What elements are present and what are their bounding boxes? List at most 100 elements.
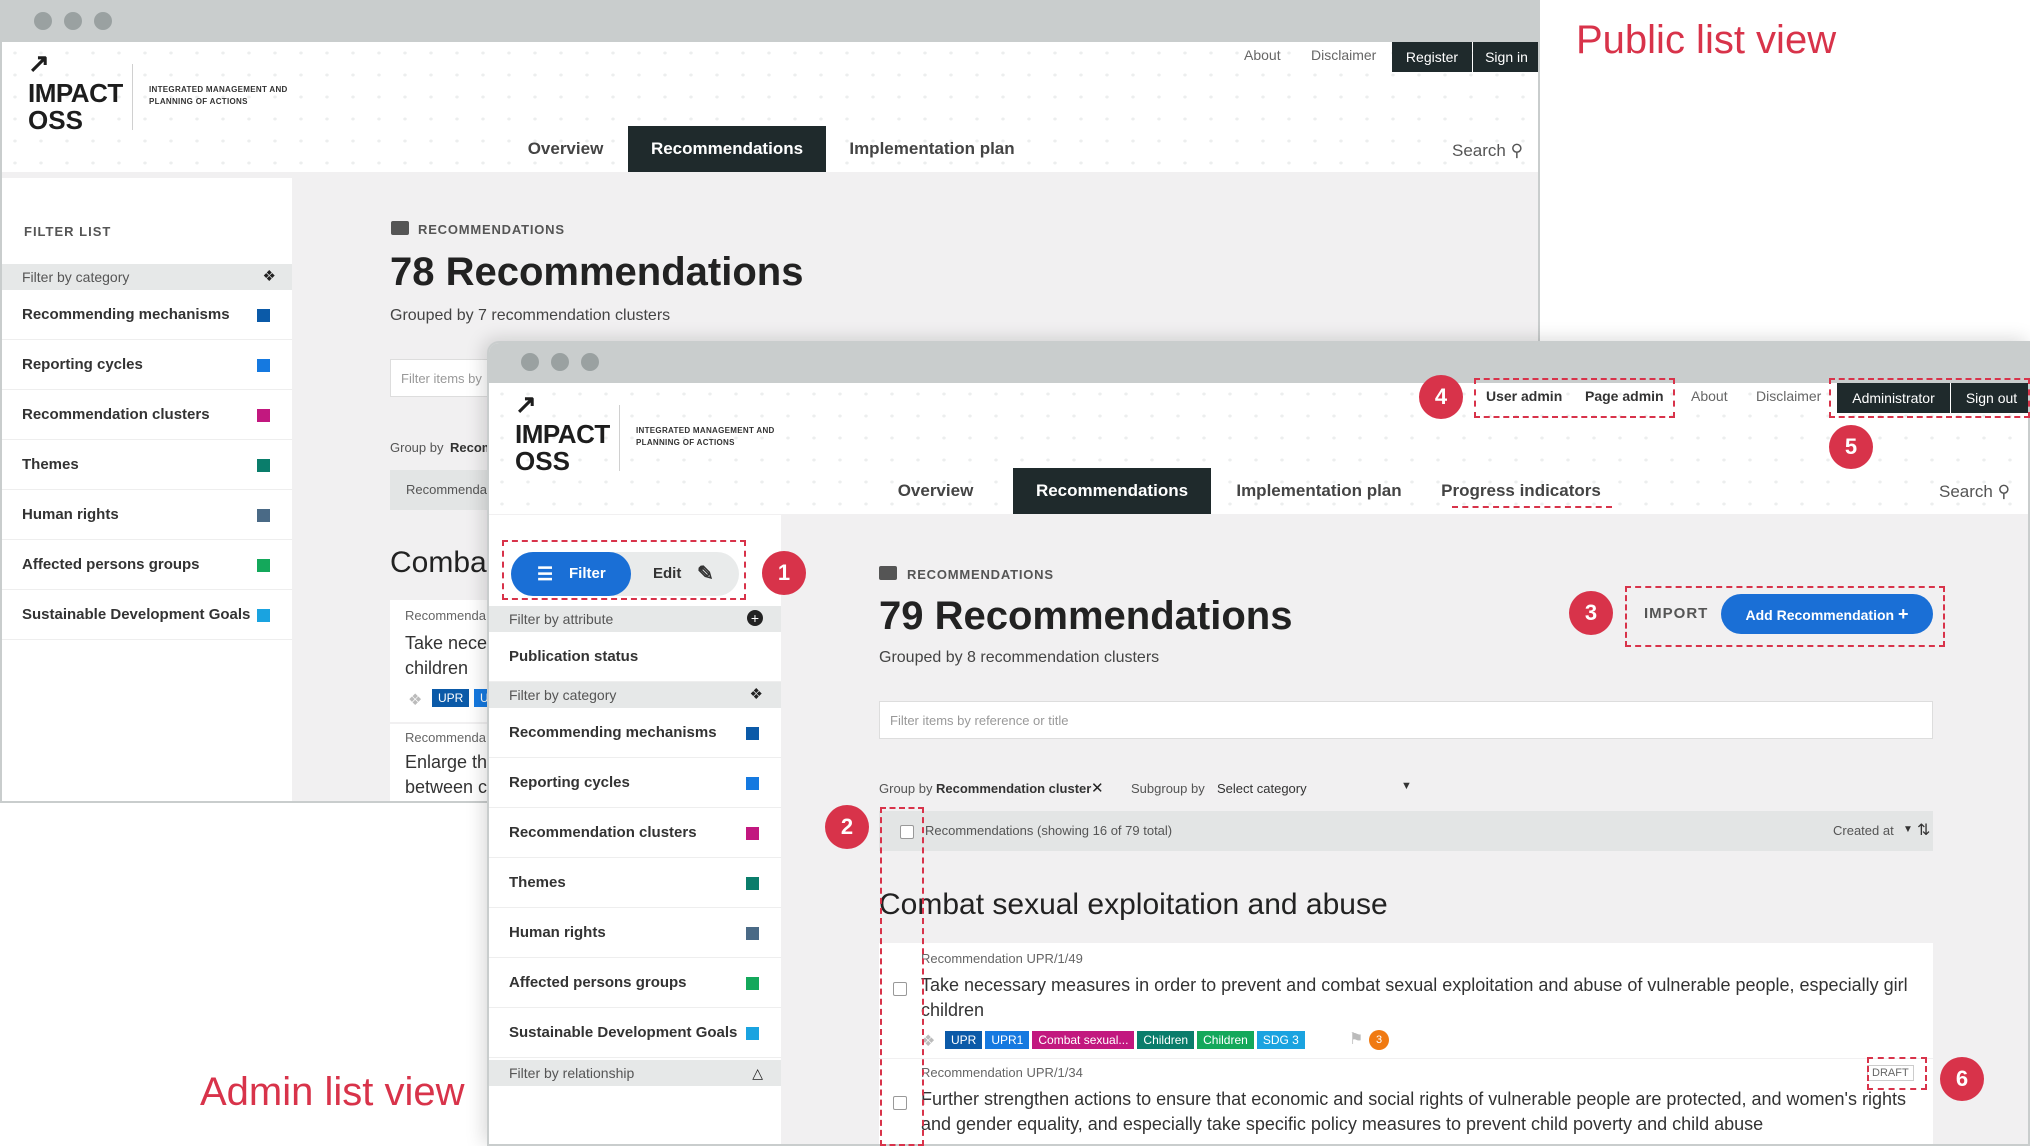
filter-option-label: Publication status: [509, 648, 639, 665]
marker-2: 2: [825, 805, 869, 849]
tag-icon: ❖: [262, 268, 276, 285]
impact-oss-logo[interactable]: ↗ IMPACT OSS INTEGRATED MANAGEMENT AND P…: [515, 389, 775, 479]
card-title-line: and gender equality, and especially take…: [921, 1114, 1764, 1134]
search-label: Search: [1452, 141, 1506, 160]
about-link[interactable]: About: [1691, 388, 1728, 404]
comment-icon: [879, 566, 897, 580]
filter-option-label: Human rights: [22, 506, 119, 523]
disclaimer-link[interactable]: Disclaimer: [1311, 47, 1376, 63]
card-reference: Recommendation UPR/1/49: [921, 951, 1083, 966]
search-icon: ⚲: [1510, 141, 1524, 160]
network-icon: △: [752, 1065, 763, 1081]
filter-option[interactable]: Recommendation clusters: [489, 808, 781, 858]
filter-option[interactable]: Affected persons groups: [2, 540, 292, 590]
search-link[interactable]: Search ⚲: [1452, 141, 1523, 161]
filter-option[interactable]: Sustainable Development Goals: [489, 1008, 781, 1058]
window-dot: [94, 12, 112, 30]
site-header: ↗ IMPACT OSS INTEGRATED MANAGEMENT AND P…: [2, 42, 1538, 172]
group-by-value[interactable]: Recommendation cluster: [936, 781, 1091, 796]
category-badge[interactable]: Children: [1197, 1031, 1254, 1049]
category-badge[interactable]: SDG 3: [1256, 1031, 1305, 1049]
recommendation-card[interactable]: Recommendation UPR/1/49 Take necessary m…: [879, 943, 1933, 1058]
filter-option[interactable]: Recommending mechanisms: [2, 290, 292, 340]
filter-option[interactable]: Reporting cycles: [489, 758, 781, 808]
marker-6: 6: [1940, 1057, 1984, 1101]
search-label: Search: [1939, 482, 1993, 501]
window-titlebar: [2, 2, 1538, 42]
logo-arrow-icon: ↗: [28, 48, 50, 78]
category-badge[interactable]: Combat sexual...: [1032, 1031, 1135, 1049]
highlight-import-add: [1625, 586, 1945, 647]
filter-group-label: Filter by attribute: [509, 611, 614, 627]
window-dot: [521, 353, 539, 371]
category-badge[interactable]: Children: [1137, 1031, 1195, 1049]
filter-option[interactable]: Themes: [2, 440, 292, 490]
nav-tab-implementation-plan[interactable]: Implementation plan: [1219, 468, 1419, 514]
logo-divider: [619, 405, 620, 471]
subgroup-select[interactable]: Select category: [1217, 781, 1307, 796]
sign-in-button[interactable]: Sign in: [1473, 42, 1538, 72]
window-dot: [551, 353, 569, 371]
clear-group-icon[interactable]: ✕: [1091, 779, 1104, 797]
category-color-swatch: [257, 508, 270, 522]
highlight-checkbox-column: [880, 807, 924, 1146]
card-title-line: children: [405, 658, 469, 678]
category-color-swatch: [257, 308, 270, 322]
sort-order-icon[interactable]: ⇅: [1917, 820, 1930, 840]
nav-tab-recommendations[interactable]: Recommendations: [1013, 468, 1211, 514]
nav-tab-overview[interactable]: Overview: [508, 126, 623, 172]
filter-option[interactable]: Human rights: [489, 908, 781, 958]
filter-option[interactable]: Recommending mechanisms: [489, 708, 781, 758]
category-color-swatch: [257, 358, 270, 372]
filter-option[interactable]: Reporting cycles: [2, 340, 292, 390]
category-badge[interactable]: UPR1: [985, 1031, 1030, 1049]
window-titlebar: [489, 343, 2028, 383]
site-header: ↗ IMPACT OSS INTEGRATED MANAGEMENT AND P…: [489, 383, 2028, 514]
search-icon: ⚲: [1997, 482, 2011, 501]
nav-tab-recommendations[interactable]: Recommendations: [628, 126, 826, 172]
nav-tab-implementation-plan[interactable]: Implementation plan: [832, 126, 1032, 172]
indicator-icon: ⚑: [1349, 1031, 1364, 1048]
chevron-down-icon[interactable]: ▼: [1401, 780, 1412, 792]
category-color-swatch: [746, 1026, 759, 1040]
filter-option[interactable]: Affected persons groups: [489, 958, 781, 1008]
sort-by-label[interactable]: Created at: [1833, 823, 1894, 838]
filter-option-label: Sustainable Development Goals: [509, 1024, 738, 1041]
filter-option-label: Themes: [22, 456, 79, 473]
caption-public-list-view: Public list view: [1576, 18, 1837, 62]
filter-group-category: Filter by category ❖: [2, 264, 292, 290]
impact-oss-logo[interactable]: ↗ IMPACT OSS INTEGRATED MANAGEMENT AND P…: [28, 48, 288, 138]
tag-icon: ❖: [749, 686, 763, 703]
category-color-swatch: [746, 976, 759, 990]
marker-3: 3: [1569, 591, 1613, 635]
category-color-swatch: [257, 408, 270, 422]
logo-divider: [132, 64, 133, 130]
disclaimer-link[interactable]: Disclaimer: [1756, 388, 1821, 404]
filter-option-label: Themes: [509, 874, 566, 891]
highlight-progress-indicators: [1452, 506, 1612, 508]
card-title-line: between ch: [405, 777, 498, 797]
nav-tab-overview[interactable]: Overview: [878, 468, 993, 514]
add-circle-icon[interactable]: +: [747, 610, 763, 626]
filter-items-input[interactable]: Filter items by reference or title: [879, 701, 1933, 739]
category-color-swatch: [746, 776, 759, 790]
page-subtitle: Grouped by 7 recommendation clusters: [390, 307, 671, 324]
filter-group-label: Filter by category: [509, 687, 617, 703]
filter-sidebar: FILTER LIST Filter by category ❖ Recomme…: [2, 178, 292, 801]
section-title: Combat sexual exploitation and abuse: [879, 888, 1388, 921]
register-button[interactable]: Register: [1392, 42, 1472, 72]
filter-option[interactable]: Themes: [489, 858, 781, 908]
window-dot: [64, 12, 82, 30]
filter-option-publication-status[interactable]: Publication status: [489, 632, 781, 682]
list-count-text: Recommendations (showing 16 of 79 total): [925, 823, 1173, 838]
filter-option[interactable]: Human rights: [2, 490, 292, 540]
search-link[interactable]: Search ⚲: [1939, 482, 2010, 502]
about-link[interactable]: About: [1244, 47, 1281, 63]
filter-option-label: Affected persons groups: [509, 974, 687, 991]
category-color-swatch: [257, 558, 270, 572]
chevron-down-icon[interactable]: ▼: [1903, 824, 1913, 835]
filter-option[interactable]: Recommendation clusters: [2, 390, 292, 440]
filter-option[interactable]: Sustainable Development Goals: [2, 590, 292, 640]
recommendation-card[interactable]: Recommendation UPR/1/34 DRAFT Further st…: [879, 1059, 1933, 1144]
category-badge[interactable]: UPR: [945, 1031, 983, 1049]
